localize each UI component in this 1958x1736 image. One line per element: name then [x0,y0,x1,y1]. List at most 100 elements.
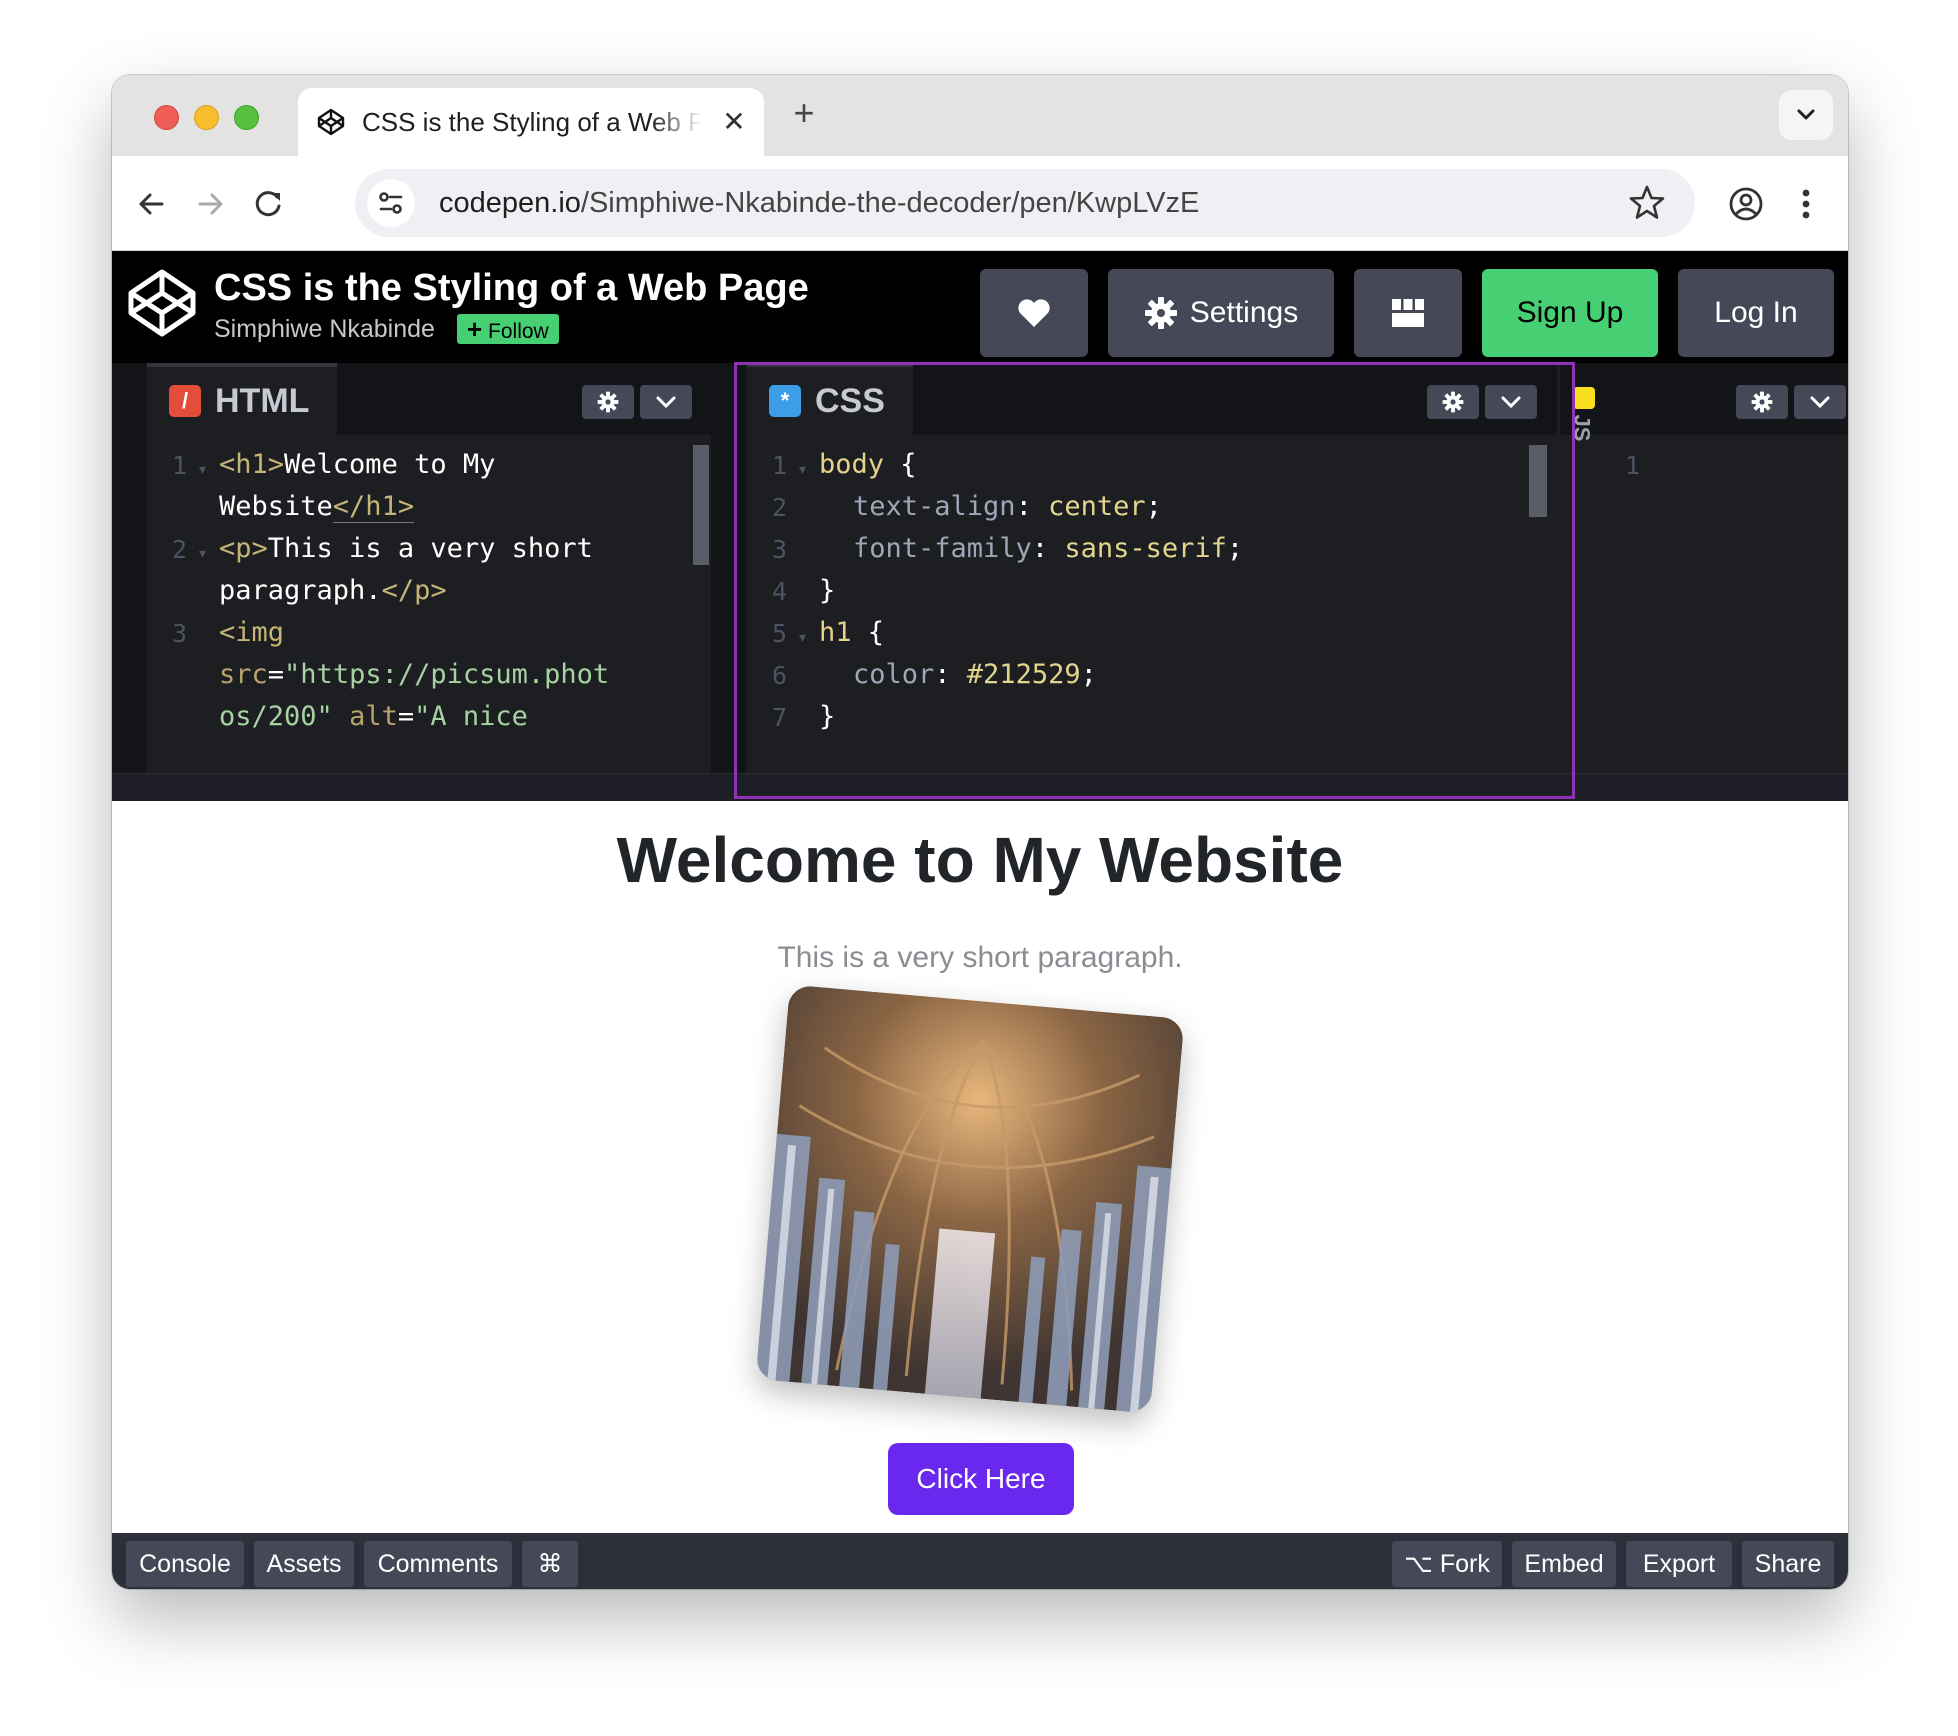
browser-window: CSS is the Styling of a Web Page ✕ + [112,75,1848,1589]
log-in-button[interactable]: Log In [1678,269,1834,357]
js-editor-header: JS [1560,363,1848,441]
close-window-button[interactable] [154,105,179,130]
html-lang-icon: / [169,385,201,417]
url-host: codepen.io [439,187,581,219]
address-bar[interactable]: codepen.io/Simphiwe-Nkabinde-the-decoder… [355,169,1695,237]
fold-arrow-icon[interactable]: ▾ [199,461,206,478]
new-tab-button[interactable]: + [784,93,824,133]
export-button[interactable]: Export [1626,1541,1732,1587]
pen-title[interactable]: CSS is the Styling of a Web Page [214,265,809,311]
html-editor-label: HTML [215,381,310,420]
js-collapse-button[interactable] [1794,385,1846,419]
gear-icon [1144,297,1177,329]
html-editor-header: / HTML [147,363,711,435]
code-token: <h1> [219,449,285,480]
keyboard-shortcuts-button[interactable]: ⌘ [522,1541,578,1587]
maximize-window-button[interactable] [234,105,259,130]
fold-arrow-icon[interactable]: ▾ [199,545,206,562]
tab-close-icon[interactable]: ✕ [718,104,750,140]
html-editor-scrollbar[interactable] [693,445,709,565]
tune-icon [379,192,403,214]
sign-up-button[interactable]: Sign Up [1482,269,1658,357]
codepen-header: CSS is the Styling of a Web Page Simphiw… [112,251,1848,363]
line-number: 1 [1624,451,1640,480]
gear-icon [597,391,619,413]
browser-toolbar: codepen.io/Simphiwe-Nkabinde-the-decoder… [112,156,1848,251]
codepen-favicon-icon [317,108,345,136]
code-line: src="https://picsum.phot [219,659,609,690]
code-token: <p> [219,533,268,564]
pen-author[interactable]: Simphiwe Nkabinde [214,313,435,345]
code-token: = [397,701,415,732]
tab-strip: CSS is the Styling of a Web Page ✕ + [112,75,1848,156]
preview-paragraph: This is a very short paragraph. [777,941,1183,974]
settings-label: Settings [1189,296,1299,329]
js-lang-icon [1573,387,1595,409]
cathedral-image [755,984,1185,1414]
chevron-down-icon [656,396,676,409]
js-settings-button[interactable] [1736,385,1788,419]
forward-arrow-icon[interactable] [188,182,232,226]
follow-button[interactable]: + Follow [457,314,559,344]
code-token: </h1> [332,491,415,523]
reload-icon[interactable] [246,182,290,226]
browser-tab-active[interactable]: CSS is the Styling of a Web Page ✕ [298,88,764,156]
back-arrow-icon[interactable] [130,182,174,226]
js-editor[interactable]: JS 1 [1560,363,1848,801]
code-line: Website</h1> [219,491,415,523]
code-token: <img [219,617,285,648]
share-button[interactable]: Share [1742,1541,1834,1587]
preview-heading: Welcome to My Website [616,824,1344,896]
code-line: paragraph.</p> [219,575,447,606]
css-editor-highlight-box [734,362,1575,799]
code-token: alt [349,701,398,732]
html-editor-tab: / HTML [147,363,338,435]
follow-label: Follow [488,320,549,343]
like-button[interactable] [980,269,1088,357]
bookmark-star-icon[interactable] [1627,183,1667,223]
tab-search-button[interactable] [1779,90,1833,140]
console-button[interactable]: Console [126,1541,244,1587]
url-path: /Simphiwe-Nkabinde-the-decoder/pen/KwpLV… [580,187,1200,219]
result-preview: Welcome to My Website This is a very sho… [112,801,1848,1533]
minimize-window-button[interactable] [194,105,219,130]
html-collapse-button[interactable] [640,385,692,419]
assets-button[interactable]: Assets [254,1541,354,1587]
gear-icon [1751,391,1773,413]
fork-label: Fork [1439,1550,1490,1578]
code-token: This is a very short [267,533,593,564]
embed-button[interactable]: Embed [1512,1541,1616,1587]
code-line: <h1>Welcome to My [219,449,495,480]
preview-image [755,984,1185,1414]
code-token: "A nice [414,701,528,732]
plus-icon: + [467,314,483,344]
line-number: 1 [171,451,187,480]
code-token: </p> [381,575,447,606]
url-text: codepen.io/Simphiwe-Nkabinde-the-decoder… [439,185,1199,221]
code-token: os/200" [219,701,333,732]
layout-icon [1392,299,1424,327]
html-editor[interactable]: / HTML 1 ▾ <h1>Welcome to My Website</h1… [147,363,711,801]
settings-button[interactable]: Settings [1108,269,1334,357]
fork-icon: ⌥ [1404,1550,1433,1578]
line-number: 2 [171,535,187,564]
site-info-button[interactable] [367,179,415,227]
code-token: Website [219,491,333,522]
tab-title: CSS is the Styling of a Web Page [362,107,702,137]
codepen-logo-icon[interactable] [126,267,198,339]
code-token: = [267,659,285,690]
chevron-down-icon [1810,396,1830,409]
code-line: os/200" alt="A nice [219,701,528,732]
fork-button[interactable]: ⌥ Fork [1392,1541,1502,1587]
html-settings-button[interactable] [582,385,634,419]
code-line: <p>This is a very short [219,533,593,564]
codepen-footer: Console Assets Comments ⌘ ⌥ Fork Embed E… [112,1533,1848,1589]
line-number: 3 [171,619,187,648]
comments-button[interactable]: Comments [364,1541,512,1587]
more-menu-icon[interactable] [1784,182,1828,226]
code-token: Welcome to My [284,449,496,480]
heart-icon [1018,299,1050,327]
profile-icon[interactable] [1724,182,1768,226]
click-here-button[interactable]: Click Here [888,1443,1074,1515]
change-view-button[interactable] [1354,269,1462,357]
